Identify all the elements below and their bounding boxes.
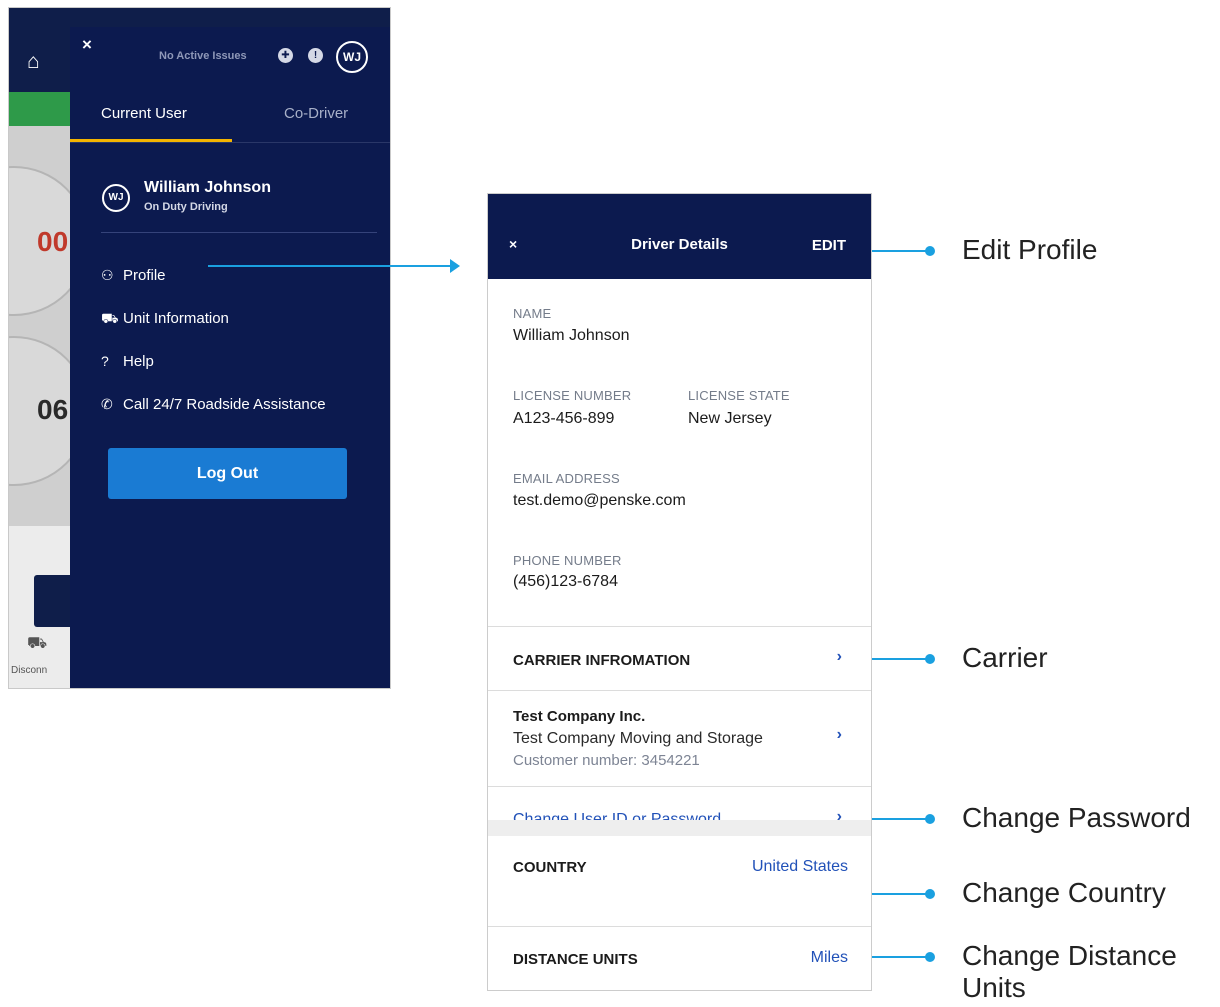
callout-edit-profile: Edit Profile [962, 234, 1098, 265]
close-icon[interactable]: × [82, 35, 92, 55]
callout-change-password: Change Password [962, 802, 1191, 833]
truck-icon: ⛟ [101, 310, 119, 326]
company-name: Test Company Inc. [513, 708, 646, 725]
section-spacer [488, 820, 871, 836]
phone-label: PHONE NUMBER [513, 553, 622, 568]
tab-co-driver[interactable]: Co-Driver [284, 105, 348, 122]
callout-line [872, 250, 930, 252]
diagnostics-icon[interactable]: ✚ [278, 48, 293, 63]
license-state-value: New Jersey [688, 410, 772, 427]
logout-button[interactable]: Log Out [108, 448, 347, 499]
email-value: test.demo@penske.com [513, 492, 686, 509]
phone-value: (456)123-6784 [513, 573, 618, 590]
app-screenshot: ⌂ 00 06 ⛟ Disconn × No Active Issues ✚ !… [8, 7, 391, 689]
gauge-value: 00 [37, 226, 69, 257]
arrow-head-icon [450, 259, 460, 273]
license-state-label: LICENSE STATE [688, 388, 790, 403]
divider [488, 690, 871, 691]
edit-button[interactable]: EDIT [812, 237, 846, 254]
menu-item-label: Call 24/7 Roadside Assistance [123, 396, 326, 413]
carrier-information-row[interactable]: CARRIER INFROMATION [513, 652, 690, 669]
license-number-label: LICENSE NUMBER [513, 388, 632, 403]
chevron-right-icon[interactable]: › [837, 726, 842, 744]
email-label: EMAIL ADDRESS [513, 471, 620, 486]
callout-line [872, 956, 930, 958]
truck-icon: ⛟ [27, 635, 48, 652]
name-value: William Johnson [513, 327, 630, 344]
screen-header: × Driver Details EDIT [488, 194, 871, 279]
name-label: NAME [513, 306, 552, 321]
callout-dot [925, 246, 935, 256]
home-icon[interactable]: ⌂ [27, 50, 53, 74]
user-avatar: WJ [102, 184, 130, 212]
menu-item-label: Help [123, 353, 154, 370]
callout-dot [925, 654, 935, 664]
callout-carrier: Carrier [962, 642, 1048, 673]
user-name: William Johnson [144, 179, 271, 196]
country-label: COUNTRY [513, 859, 587, 876]
menu-item-roadside-assistance[interactable]: ✆ Call 24/7 Roadside Assistance [101, 396, 326, 413]
divider [70, 142, 390, 143]
issues-status: No Active Issues [159, 50, 247, 62]
license-number-value: A123-456-899 [513, 410, 615, 427]
callout-dot [925, 889, 935, 899]
chevron-right-icon[interactable]: › [837, 648, 842, 666]
alert-icon[interactable]: ! [308, 48, 323, 63]
gauge-value: 06 [37, 394, 69, 425]
divider [101, 232, 377, 233]
divider [488, 926, 871, 927]
menu-item-label: Profile [123, 267, 166, 284]
callout-line [872, 893, 930, 895]
menu-item-label: Unit Information [123, 310, 229, 327]
distance-units-label: DISTANCE UNITS [513, 951, 638, 968]
user-icon: ⚇ [101, 267, 114, 283]
avatar[interactable]: WJ [336, 41, 368, 73]
country-value[interactable]: United States [752, 858, 848, 876]
callout-dot [925, 952, 935, 962]
callout-change-country: Change Country [962, 877, 1166, 908]
callout-change-distance-units: Change Distance Units [962, 940, 1177, 1003]
driver-details-screen: × Driver Details EDIT NAME William Johns… [487, 193, 872, 991]
divider [488, 786, 871, 787]
divider [488, 626, 871, 627]
connector-line [208, 265, 453, 267]
company-full-name: Test Company Moving and Storage [513, 730, 763, 747]
callout-line [872, 658, 930, 660]
help-circle-icon: ? [101, 353, 109, 369]
distance-units-value[interactable]: Miles [811, 949, 848, 967]
menu-item-profile[interactable]: ⚇ Profile [101, 267, 166, 284]
duty-status: On Duty Driving [144, 201, 228, 213]
menu-item-help[interactable]: ? Help [101, 353, 154, 370]
callout-line [872, 818, 930, 820]
customer-number: Customer number: 3454221 [513, 752, 700, 769]
tab-current-user[interactable]: Current User [101, 105, 187, 122]
disconnect-label: Disconn [11, 665, 48, 676]
navigation-drawer: × No Active Issues ✚ ! WJ Current User C… [70, 27, 390, 688]
phone-icon: ✆ [101, 396, 113, 412]
menu-item-unit-information[interactable]: ⛟ Unit Information [101, 310, 229, 329]
callout-dot [925, 814, 935, 824]
